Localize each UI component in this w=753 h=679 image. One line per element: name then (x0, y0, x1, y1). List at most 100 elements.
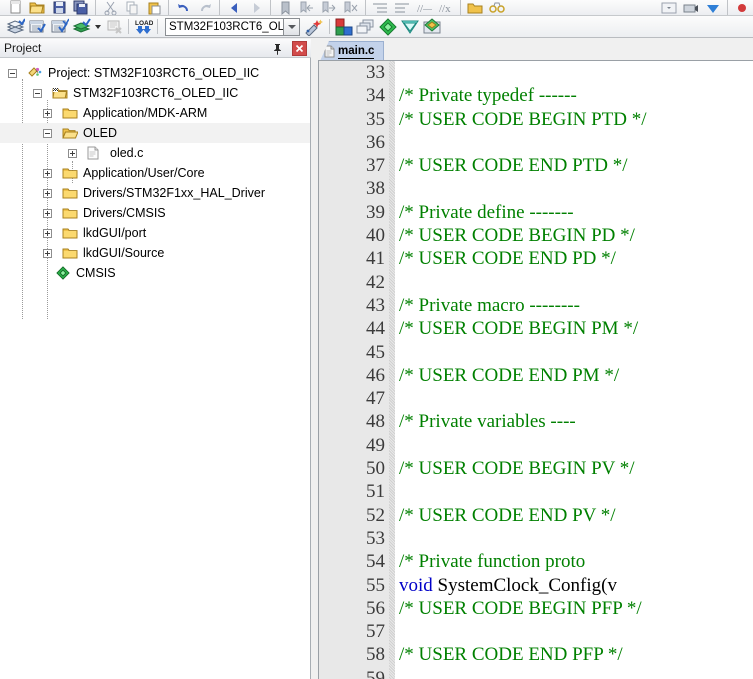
target-options-icon[interactable] (300, 17, 326, 37)
tree-item-project-root[interactable]: Project: STM32F103RCT6_OLED_IIC (0, 63, 310, 83)
code-line[interactable]: 35 /* USER CODE BEGIN PTD */ (319, 108, 753, 131)
code-text[interactable]: /* USER CODE BEGIN PV */ (399, 457, 635, 480)
bookmark-prev-icon[interactable] (296, 0, 318, 15)
code-line[interactable]: 55 void SystemClock_Config(v (319, 574, 753, 597)
code-text[interactable]: /* Private variables ---- (399, 410, 576, 433)
tree-item-oled[interactable]: OLED (0, 123, 310, 143)
code-text[interactable]: /* USER CODE END PFP */ (399, 643, 623, 666)
batch-build-icon[interactable] (70, 17, 92, 37)
expander-expand-icon[interactable] (43, 208, 52, 218)
run-to-main-icon[interactable] (399, 17, 421, 37)
code-line[interactable]: 45 (319, 341, 753, 364)
stop-build-icon[interactable] (103, 17, 125, 37)
build-target-icon[interactable] (26, 17, 48, 37)
code-line[interactable]: 52 /* USER CODE END PV */ (319, 504, 753, 527)
code-line[interactable]: 33 (319, 61, 753, 84)
code-line[interactable]: 40 /* USER CODE BEGIN PD */ (319, 224, 753, 247)
bookmark-next-icon[interactable] (318, 0, 340, 15)
code-text[interactable]: /* USER CODE BEGIN PM */ (399, 317, 638, 340)
code-line[interactable]: 48 /* Private variables ---- (319, 410, 753, 433)
debug-icon[interactable] (731, 0, 753, 15)
code-editor[interactable]: 33 34 /* Private typedef ------ 35 /* USER C… (318, 60, 753, 679)
new-file-icon[interactable] (4, 0, 26, 15)
save-icon[interactable] (48, 0, 70, 15)
code-line[interactable]: 50 /* USER CODE BEGIN PV */ (319, 457, 753, 480)
code-line[interactable]: 43 /* Private macro -------- (319, 294, 753, 317)
pack-installer-icon[interactable] (377, 17, 399, 37)
open-folder-icon[interactable] (26, 0, 48, 15)
code-text[interactable]: /* USER CODE BEGIN PTD */ (399, 108, 647, 131)
expander-collapse-icon[interactable] (33, 88, 42, 98)
pin-icon[interactable] (270, 41, 285, 56)
code-line[interactable]: 58 /* USER CODE END PFP */ (319, 643, 753, 666)
tree-item-cmsis[interactable]: CMSIS (0, 263, 310, 283)
code-line[interactable]: 53 (319, 527, 753, 550)
config-combo-icon[interactable] (658, 0, 680, 15)
multi-project-icon[interactable] (355, 17, 377, 37)
code-line[interactable]: 59 (319, 667, 753, 679)
tree-item-lkdgui-port[interactable]: lkdGUI/port (0, 223, 310, 243)
code-line[interactable]: 56 /* USER CODE BEGIN PFP */ (319, 597, 753, 620)
code-line[interactable]: 36 (319, 131, 753, 154)
tab-main-c[interactable]: main.c (320, 41, 385, 61)
code-line[interactable]: 39 /* Private define ------- (319, 201, 753, 224)
code-text[interactable]: /* USER CODE END PD */ (399, 247, 616, 270)
tree-item-application-mdk-arm[interactable]: Application/MDK-ARM (0, 103, 310, 123)
expander-collapse-icon[interactable] (8, 68, 17, 78)
download-icon[interactable] (702, 0, 724, 15)
svcs-icon[interactable] (421, 17, 443, 37)
expander-expand-icon[interactable] (43, 168, 52, 178)
code-line[interactable]: 37 /* USER CODE END PTD */ (319, 154, 753, 177)
expander-expand-icon[interactable] (43, 248, 52, 258)
expander-expand-icon[interactable] (68, 148, 77, 158)
code-text[interactable]: /* Private function proto (399, 550, 585, 573)
tree-item-drivers-hal[interactable]: Drivers/STM32F1xx_HAL_Driver (0, 183, 310, 203)
code-text[interactable]: /* Private typedef ------ (399, 84, 577, 107)
code-lines-container[interactable]: 33 34 /* Private typedef ------ 35 /* USER C… (319, 61, 753, 679)
code-line[interactable]: 49 (319, 434, 753, 457)
expander-expand-icon[interactable] (43, 188, 52, 198)
code-text[interactable]: /* USER CODE END PTD */ (399, 154, 628, 177)
tree-item-application-user-core[interactable]: Application/User/Core (0, 163, 310, 183)
outdent-icon[interactable] (391, 0, 413, 15)
batch-build-dropdown[interactable] (92, 17, 103, 37)
code-text[interactable]: /* USER CODE BEGIN PD */ (399, 224, 635, 247)
code-text[interactable]: /* Private macro -------- (399, 294, 580, 317)
open-project-icon[interactable] (464, 0, 486, 15)
code-text[interactable]: /* USER CODE END PV */ (399, 504, 616, 527)
expander-expand-icon[interactable] (43, 108, 52, 118)
load-flash-icon[interactable]: LOAD (132, 17, 154, 37)
close-icon[interactable] (292, 41, 307, 56)
comment-icon[interactable]: //— (413, 0, 435, 15)
bookmark-clear-icon[interactable] (340, 0, 362, 15)
binocular-find-icon[interactable] (486, 0, 508, 15)
manage-project-items-icon[interactable] (333, 17, 355, 37)
code-line[interactable]: 42 (319, 271, 753, 294)
code-line[interactable]: 57 (319, 620, 753, 643)
project-tree[interactable]: Project: STM32F103RCT6_OLED_IIC STM32F10… (0, 59, 310, 678)
copy-icon[interactable] (121, 0, 143, 15)
expander-expand-icon[interactable] (43, 228, 52, 238)
code-line[interactable]: 38 (319, 177, 753, 200)
code-line[interactable]: 47 (319, 387, 753, 410)
code-text[interactable]: void SystemClock_Config(v (399, 574, 617, 597)
code-text[interactable]: /* USER CODE BEGIN PFP */ (399, 597, 642, 620)
code-line[interactable]: 44 /* USER CODE BEGIN PM */ (319, 317, 753, 340)
camera-icon[interactable] (680, 0, 702, 15)
save-all-icon[interactable] (70, 0, 92, 15)
code-line[interactable]: 34 /* Private typedef ------ (319, 84, 753, 107)
code-text[interactable]: /* USER CODE END PM */ (399, 364, 619, 387)
paste-icon[interactable] (143, 0, 165, 15)
undo-icon[interactable] (172, 0, 194, 15)
indent-icon[interactable] (369, 0, 391, 15)
code-line[interactable]: 54 /* Private function proto (319, 550, 753, 573)
tree-item-oled-c[interactable]: oled.c (0, 143, 310, 163)
code-line[interactable]: 41 /* USER CODE END PD */ (319, 247, 753, 270)
navigate-back-icon[interactable] (223, 0, 245, 15)
uncomment-icon[interactable]: //x (435, 0, 457, 15)
code-line[interactable]: 51 (319, 480, 753, 503)
navigate-forward-icon[interactable] (245, 0, 267, 15)
cut-icon[interactable] (99, 0, 121, 15)
chevron-down-icon[interactable] (283, 17, 300, 36)
code-text[interactable]: /* Private define ------- (399, 201, 574, 224)
